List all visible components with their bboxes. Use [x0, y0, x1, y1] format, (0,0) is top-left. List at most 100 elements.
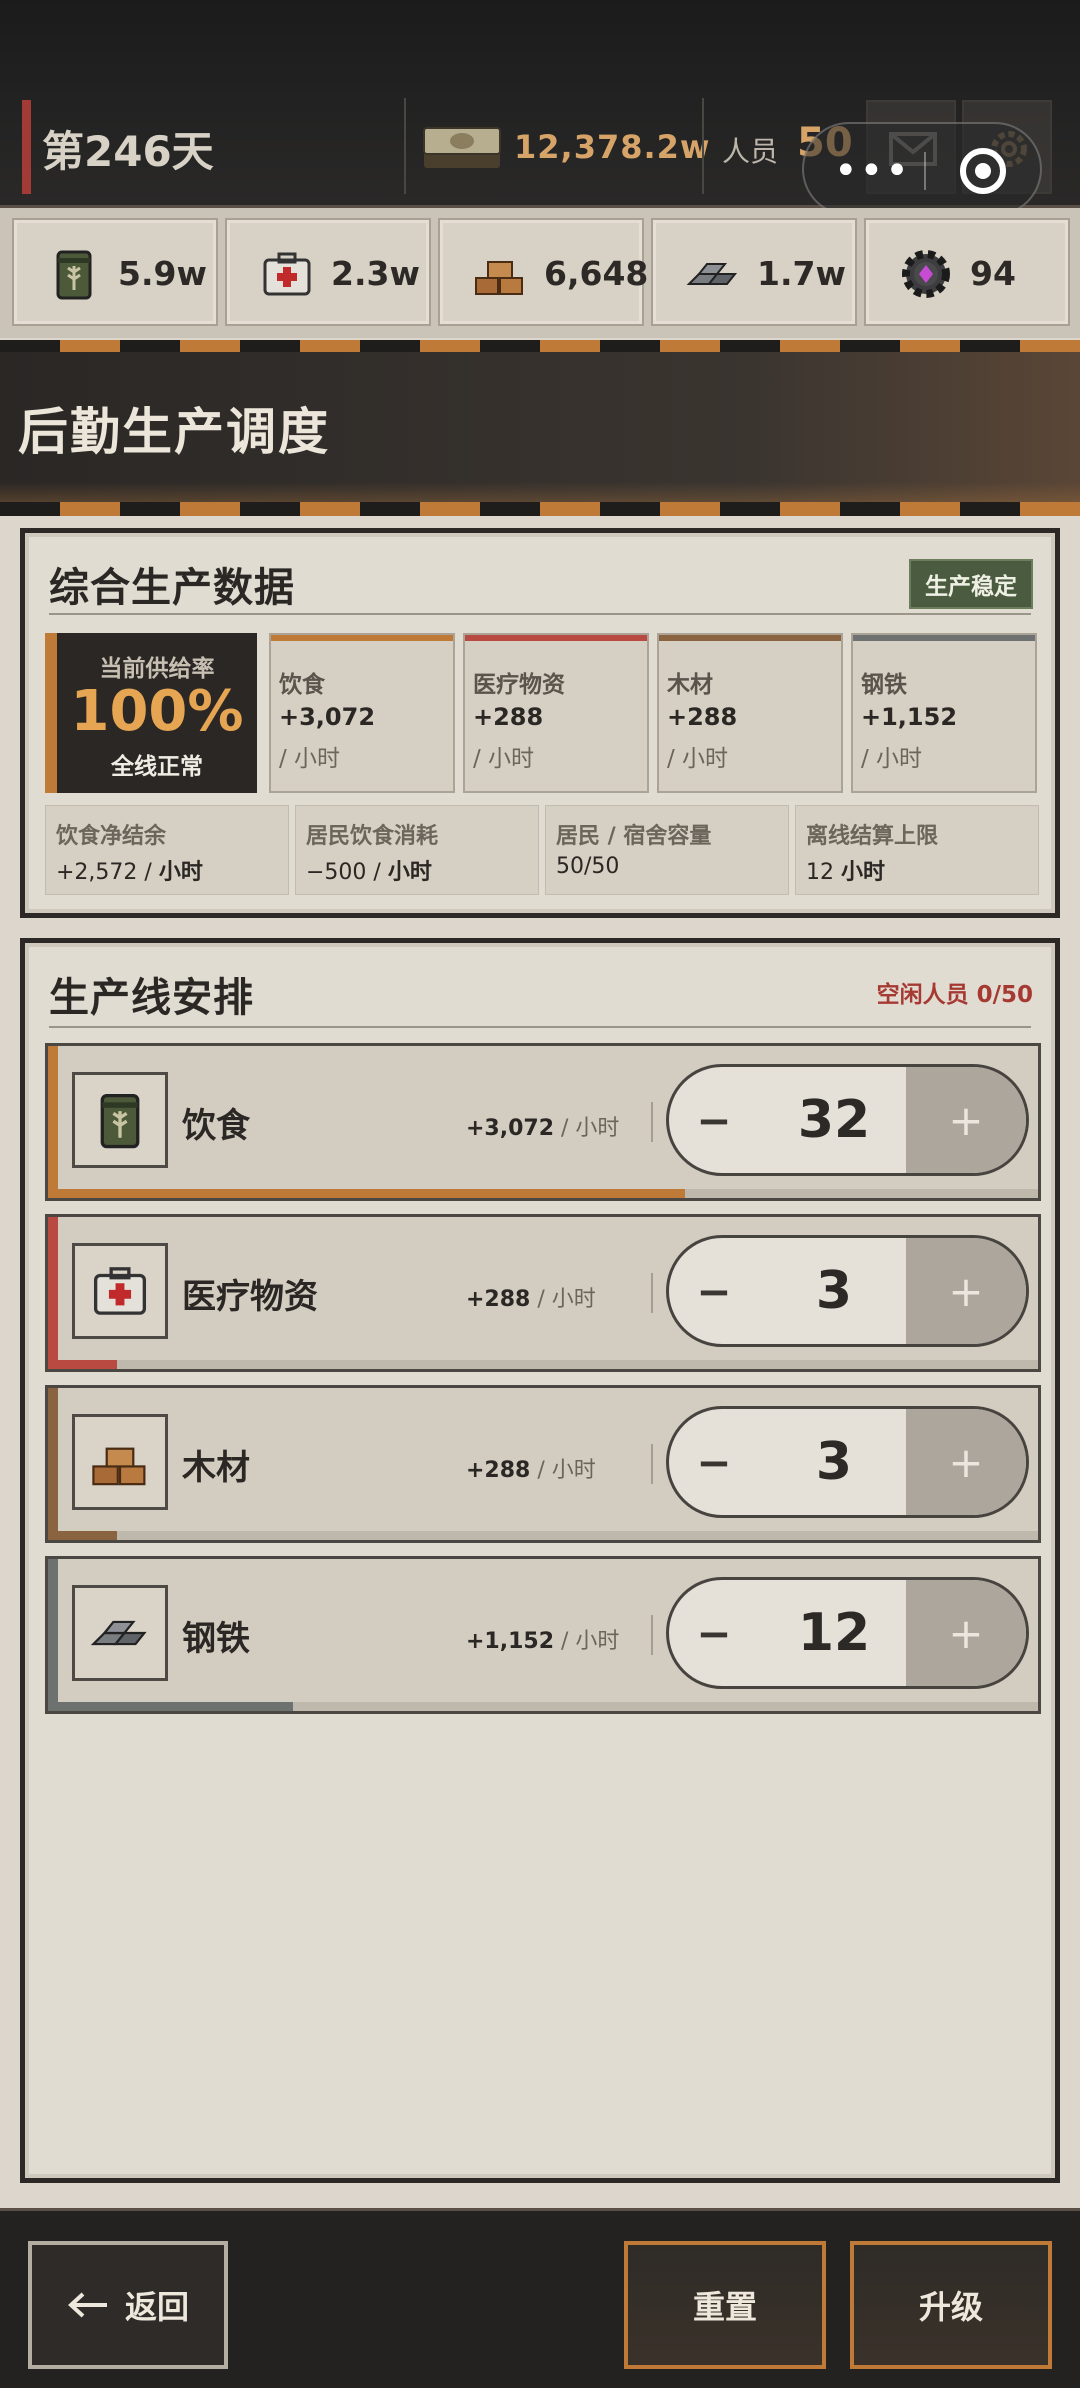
worker-stepper: − 3 + [666, 1406, 1029, 1518]
output-unit: / 小时 [279, 746, 341, 772]
output-name: 钢铁 [861, 672, 907, 698]
status-badge: 生产稳定 [909, 559, 1033, 609]
line-name: 医疗物资 [182, 1277, 318, 1317]
output-card-steel: 钢铁 +1,152 / 小时 [851, 633, 1037, 793]
output-value: +1,152 [861, 703, 958, 731]
production-line-steel: 钢铁 +1,152 / 小时 − 12 + [45, 1556, 1041, 1714]
footer-bar: 返回 重置 升级 [0, 2208, 1080, 2388]
divider [49, 613, 1031, 615]
increase-button[interactable]: + [906, 1238, 1026, 1344]
resource-food: 5.9w [12, 218, 218, 326]
capsule-divider [924, 152, 926, 190]
supply-rate-card: 当前供给率 100% 全线正常 [45, 633, 257, 793]
increase-button[interactable]: + [906, 1409, 1026, 1515]
people-label: 人员 [722, 135, 779, 168]
output-card-food: 饮食 +3,072 / 小时 [269, 633, 455, 793]
stat-value: 12 小时 [806, 860, 886, 885]
output-name: 医疗物资 [473, 672, 565, 698]
progress-fill [58, 1189, 685, 1198]
decrease-button[interactable]: − [669, 1580, 759, 1686]
line-accent [48, 1559, 58, 1711]
production-lines-panel: 生产线安排 空闲人员 0/50 饮食 +3,072 / 小时 − 32 + 医疗… [20, 938, 1060, 2183]
divider [651, 1273, 653, 1313]
reset-button[interactable]: 重置 [624, 2241, 826, 2369]
line-accent [48, 1388, 58, 1540]
stat-housing: 居民 / 宿舍容量 50/50 [545, 805, 789, 895]
panel-title: 综合生产数据 [49, 565, 295, 611]
output-card-wood: 木材 +288 / 小时 [657, 633, 843, 793]
resource-medical: 2.3w [225, 218, 431, 326]
idle-workers: 空闲人员 0/50 [876, 982, 1033, 1008]
medkit-icon [263, 252, 311, 296]
worker-stepper: − 32 + [666, 1064, 1029, 1176]
increase-button[interactable]: + [906, 1067, 1026, 1173]
production-line-wood: 木材 +288 / 小时 − 3 + [45, 1385, 1041, 1543]
more-menu-button[interactable]: ••• [834, 148, 911, 194]
card-accent [271, 635, 453, 641]
divider [651, 1444, 653, 1484]
output-value: +288 [667, 703, 738, 731]
close-miniprogram-button[interactable] [960, 148, 1006, 194]
divider [651, 1615, 653, 1655]
card-accent [853, 635, 1035, 641]
upgrade-button[interactable]: 升级 [850, 2241, 1052, 2369]
divider [404, 98, 406, 194]
upgrade-label: 升级 [918, 2288, 983, 2326]
decrease-button[interactable]: − [669, 1067, 759, 1173]
wood-icon [92, 1447, 146, 1486]
worker-count: 32 [797, 1090, 871, 1150]
line-accent [48, 1046, 58, 1198]
line-rate: +3,072 / 小时 [466, 1116, 620, 1141]
top-status-bar: 第246天 12,378.2w 人员 50 ••• [0, 0, 1080, 216]
supply-status: 全线正常 [111, 754, 203, 780]
line-icon-box [72, 1414, 168, 1510]
hazard-stripe [0, 502, 1080, 516]
line-name: 木材 [182, 1448, 250, 1488]
decrease-button[interactable]: − [669, 1238, 759, 1344]
steel-ingot-icon [686, 263, 738, 285]
resource-value: 1.7w [757, 254, 846, 293]
progress-fill [58, 1360, 117, 1369]
stat-offline-cap: 离线结算上限 12 小时 [795, 805, 1039, 895]
resource-gear: 94 [864, 218, 1070, 326]
resource-value: 5.9w [118, 254, 207, 293]
production-line-food: 饮食 +3,072 / 小时 − 32 + [45, 1043, 1041, 1201]
medkit-icon [93, 1267, 147, 1315]
divider [702, 98, 704, 194]
output-name: 木材 [667, 672, 713, 698]
stat-label: 饮食净结余 [56, 824, 167, 849]
panel-title: 生产线安排 [49, 975, 254, 1021]
progress-track [58, 1360, 1038, 1369]
resource-bar: 5.9w 2.3w 6,648 1.7w 94 [0, 208, 1080, 338]
day-counter: 第246天 [42, 127, 214, 176]
output-value: +288 [473, 703, 544, 731]
progress-fill [58, 1531, 117, 1540]
resource-value: 6,648 [544, 254, 649, 293]
supply-rate-label: 当前供给率 [99, 656, 215, 682]
line-icon-box [72, 1585, 168, 1681]
back-button[interactable]: 返回 [28, 2241, 228, 2369]
money-amount: 12,378.2w [514, 128, 711, 166]
steel-ingot-icon [90, 1620, 147, 1646]
decrease-button[interactable]: − [669, 1409, 759, 1515]
supply-rate-value: 100% [70, 679, 244, 744]
reset-label: 重置 [692, 2288, 757, 2326]
resource-value: 2.3w [331, 254, 420, 293]
day-accent-bar [22, 100, 31, 194]
stat-value: +2,572 / 小时 [56, 860, 203, 885]
stat-label: 居民 / 宿舍容量 [556, 824, 712, 849]
resource-wood: 6,648 [438, 218, 648, 326]
progress-track [58, 1531, 1038, 1540]
stat-value: −500 / 小时 [306, 860, 432, 885]
stat-label: 离线结算上限 [806, 824, 939, 849]
arrow-left-icon [68, 2292, 107, 2318]
output-unit: / 小时 [667, 746, 729, 772]
wood-icon [475, 261, 523, 295]
increase-button[interactable]: + [906, 1580, 1026, 1686]
progress-fill [58, 1702, 293, 1711]
worker-count: 12 [797, 1603, 871, 1663]
line-icon-box [72, 1072, 168, 1168]
resource-value: 94 [970, 254, 1016, 293]
divider [651, 1102, 653, 1142]
line-rate: +1,152 / 小时 [466, 1629, 620, 1654]
